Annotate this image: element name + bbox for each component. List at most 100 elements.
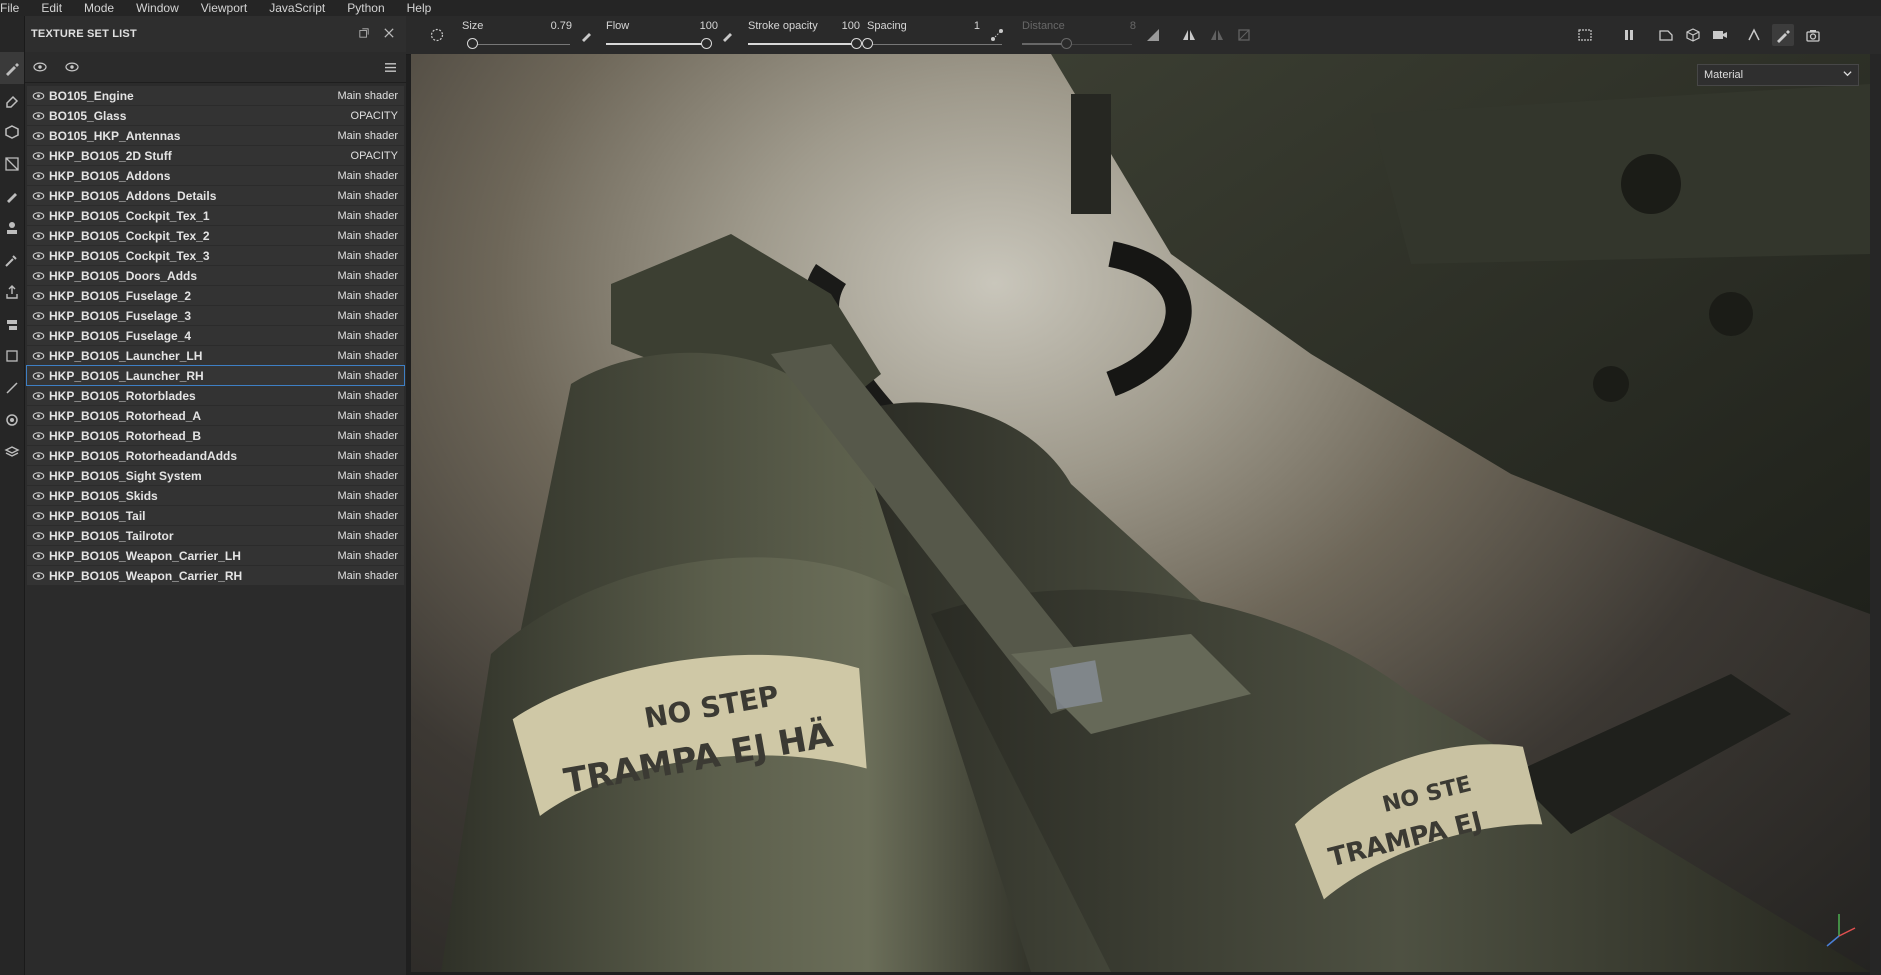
texture-set-row[interactable]: HKP_BO105_Doors_Adds Main shader — [27, 266, 404, 285]
eraser-tool-icon[interactable] — [0, 84, 24, 116]
visibility-eye-icon[interactable] — [32, 350, 46, 362]
smudge-tool-icon[interactable] — [0, 180, 24, 212]
slider-handle[interactable] — [467, 38, 478, 49]
viewport-channel-select[interactable]: Material — [1697, 64, 1859, 86]
slider-handle[interactable] — [851, 38, 862, 49]
shader-name[interactable]: Main shader — [337, 390, 398, 402]
visibility-eye-icon[interactable] — [32, 390, 46, 402]
visibility-eye-icon[interactable] — [32, 450, 46, 462]
texture-set-row[interactable]: HKP_BO105_Tailrotor Main shader — [27, 526, 404, 545]
symmetry-icon[interactable] — [1178, 24, 1200, 46]
layers-icon[interactable] — [0, 436, 24, 468]
stroke-opacity-value[interactable]: 100 — [820, 20, 860, 32]
texture-set-row[interactable]: HKP_BO105_Cockpit_Tex_3 Main shader — [27, 246, 404, 265]
slider-handle[interactable] — [701, 38, 712, 49]
fill-icon[interactable] — [0, 340, 24, 372]
flow-pen-icon[interactable] — [576, 24, 598, 46]
visibility-eye-icon[interactable] — [32, 490, 46, 502]
texture-set-row[interactable]: HKP_BO105_Skids Main shader — [27, 486, 404, 505]
texture-set-row[interactable]: HKP_BO105_2D Stuff OPACITY — [27, 146, 404, 165]
visibility-eye-icon[interactable] — [32, 230, 46, 242]
menu-item-python[interactable]: Python — [336, 0, 395, 16]
shader-name[interactable]: Main shader — [337, 90, 398, 102]
picker-icon[interactable] — [0, 404, 24, 436]
menu-item-viewport[interactable]: Viewport — [190, 0, 258, 16]
texture-set-row[interactable]: HKP_BO105_Cockpit_Tex_2 Main shader — [27, 226, 404, 245]
shader-name[interactable]: Main shader — [337, 190, 398, 202]
visibility-eye-icon[interactable] — [32, 190, 46, 202]
texture-set-row[interactable]: HKP_BO105_Sight System Main shader — [27, 466, 404, 485]
texture-set-row[interactable]: HKP_BO105_Tail Main shader — [27, 506, 404, 525]
shader-name[interactable]: Main shader — [337, 290, 398, 302]
texture-set-row[interactable]: HKP_BO105_Weapon_Carrier_RH Main shader — [27, 566, 404, 585]
size-value[interactable]: 0.79 — [532, 20, 572, 32]
texture-set-row[interactable]: BO105_Engine Main shader — [27, 86, 404, 105]
visibility-eye-icon[interactable] — [32, 370, 46, 382]
visibility-eye-icon[interactable] — [32, 210, 46, 222]
texture-set-row[interactable]: HKP_BO105_Rotorblades Main shader — [27, 386, 404, 405]
texture-set-row[interactable]: HKP_BO105_RotorheadandAdds Main shader — [27, 446, 404, 465]
shader-name[interactable]: Main shader — [337, 410, 398, 422]
menu-item-javascript[interactable]: JavaScript — [258, 0, 336, 16]
visibility-eye-icon[interactable] — [32, 110, 46, 122]
shader-name[interactable]: Main shader — [337, 250, 398, 262]
shader-name[interactable]: Main shader — [337, 130, 398, 142]
texture-set-row[interactable]: BO105_HKP_Antennas Main shader — [27, 126, 404, 145]
lazy-mouse-icon[interactable] — [986, 24, 1008, 46]
shader-name[interactable]: Main shader — [337, 490, 398, 502]
texture-set-row[interactable]: HKP_BO105_Addons Main shader — [27, 166, 404, 185]
screenshot-camera-icon[interactable] — [1802, 24, 1824, 46]
menu-item-file[interactable]: File — [0, 0, 30, 16]
paint-mode-icon[interactable] — [1772, 24, 1794, 46]
texture-set-row[interactable]: HKP_BO105_Addons_Details Main shader — [27, 186, 404, 205]
shader-name[interactable]: OPACITY — [351, 150, 398, 162]
shader-name[interactable]: Main shader — [337, 350, 398, 362]
shader-name[interactable]: Main shader — [337, 570, 398, 582]
shader-name[interactable]: Main shader — [337, 310, 398, 322]
view-2d3d-icon[interactable] — [1655, 24, 1677, 46]
list-menu-icon[interactable] — [381, 58, 399, 76]
menu-item-window[interactable]: Window — [125, 0, 190, 16]
geometry-mask-icon[interactable] — [0, 372, 24, 404]
menu-item-help[interactable]: Help — [396, 0, 443, 16]
shader-name[interactable]: Main shader — [337, 510, 398, 522]
bake-icon[interactable] — [0, 308, 24, 340]
cube-icon[interactable] — [1682, 24, 1704, 46]
shader-name[interactable]: Main shader — [337, 530, 398, 542]
texture-set-row[interactable]: HKP_BO105_Rotorhead_A Main shader — [27, 406, 404, 425]
spacing-value[interactable]: 1 — [940, 20, 980, 32]
3d-viewport[interactable]: NO STEP TRAMPA EJ HÄ NO STE TRAMPA EJ — [411, 54, 1870, 972]
hide-ui-icon[interactable] — [1574, 24, 1596, 46]
shader-name[interactable]: Main shader — [337, 330, 398, 342]
visibility-eye-icon[interactable] — [32, 270, 46, 282]
visibility-eye-icon[interactable] — [32, 410, 46, 422]
flow-value[interactable]: 100 — [678, 20, 718, 32]
projection-tool-icon[interactable] — [0, 116, 24, 148]
shader-name[interactable]: Main shader — [337, 430, 398, 442]
texture-set-row[interactable]: HKP_BO105_Launcher_LH Main shader — [27, 346, 404, 365]
clone-tool-icon[interactable] — [0, 212, 24, 244]
shader-name[interactable]: Main shader — [337, 210, 398, 222]
visibility-eye-icon[interactable] — [32, 430, 46, 442]
menu-item-mode[interactable]: Mode — [73, 0, 125, 16]
material-picker-icon[interactable] — [0, 244, 24, 276]
camera-icon[interactable] — [1709, 24, 1731, 46]
texture-set-row[interactable]: HKP_BO105_Fuselage_3 Main shader — [27, 306, 404, 325]
shader-name[interactable]: Main shader — [337, 230, 398, 242]
visibility-eye-icon[interactable] — [32, 530, 46, 542]
eye-icon[interactable] — [63, 58, 81, 76]
menu-item-edit[interactable]: Edit — [30, 0, 73, 16]
visibility-eye-icon[interactable] — [32, 250, 46, 262]
visibility-eye-icon[interactable] — [32, 550, 46, 562]
texture-set-row[interactable]: BO105_Glass OPACITY — [27, 106, 404, 125]
texture-set-row[interactable]: HKP_BO105_Cockpit_Tex_1 Main shader — [27, 206, 404, 225]
shader-name[interactable]: OPACITY — [351, 110, 398, 122]
texture-set-row[interactable]: HKP_BO105_Launcher_RH Main shader — [26, 365, 405, 386]
visibility-eye-icon[interactable] — [32, 170, 46, 182]
eye-cycle-icon[interactable] — [31, 58, 49, 76]
visibility-eye-icon[interactable] — [32, 290, 46, 302]
slider-handle[interactable] — [862, 38, 873, 49]
shader-name[interactable]: Main shader — [337, 270, 398, 282]
shader-name[interactable]: Main shader — [337, 170, 398, 182]
visibility-eye-icon[interactable] — [32, 470, 46, 482]
